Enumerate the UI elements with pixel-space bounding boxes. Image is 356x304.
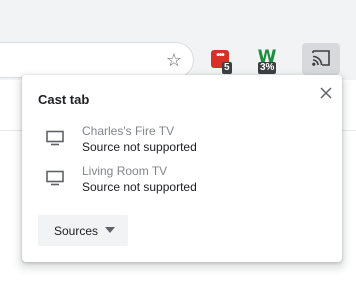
cast-toolbar-button[interactable] <box>302 43 340 75</box>
caret-down-icon <box>105 227 115 233</box>
cast-dialog: Cast tab Charles's Fire TV Source not su… <box>22 75 342 262</box>
dialog-title: Cast tab <box>38 92 90 107</box>
sink-status: Source not supported <box>82 140 197 154</box>
extension-glyph: ••• <box>216 50 225 61</box>
bookmark-star-icon[interactable]: ☆ <box>164 50 184 70</box>
sources-dropdown-button[interactable]: Sources <box>38 215 128 246</box>
extension-badge: 3% <box>258 62 277 74</box>
sink-item[interactable]: Charles's Fire TV Source not supported <box>22 124 342 164</box>
sink-item[interactable]: Living Room TV Source not supported <box>22 164 342 204</box>
extension-red-button[interactable]: ••• 5 <box>208 46 238 76</box>
extension-badge: 5 <box>222 62 232 74</box>
extension-green-button[interactable]: W 3% <box>254 46 284 76</box>
cast-icon <box>312 50 330 66</box>
sink-name: Charles's Fire TV <box>82 124 175 138</box>
tv-icon <box>46 170 64 186</box>
tv-icon <box>46 130 64 146</box>
sink-name: Living Room TV <box>82 164 168 178</box>
close-icon[interactable] <box>316 83 336 103</box>
sources-label: Sources <box>54 224 99 238</box>
sink-status: Source not supported <box>82 180 197 194</box>
browser-toolbar: ☆ ••• 5 W 3% <box>0 0 356 80</box>
